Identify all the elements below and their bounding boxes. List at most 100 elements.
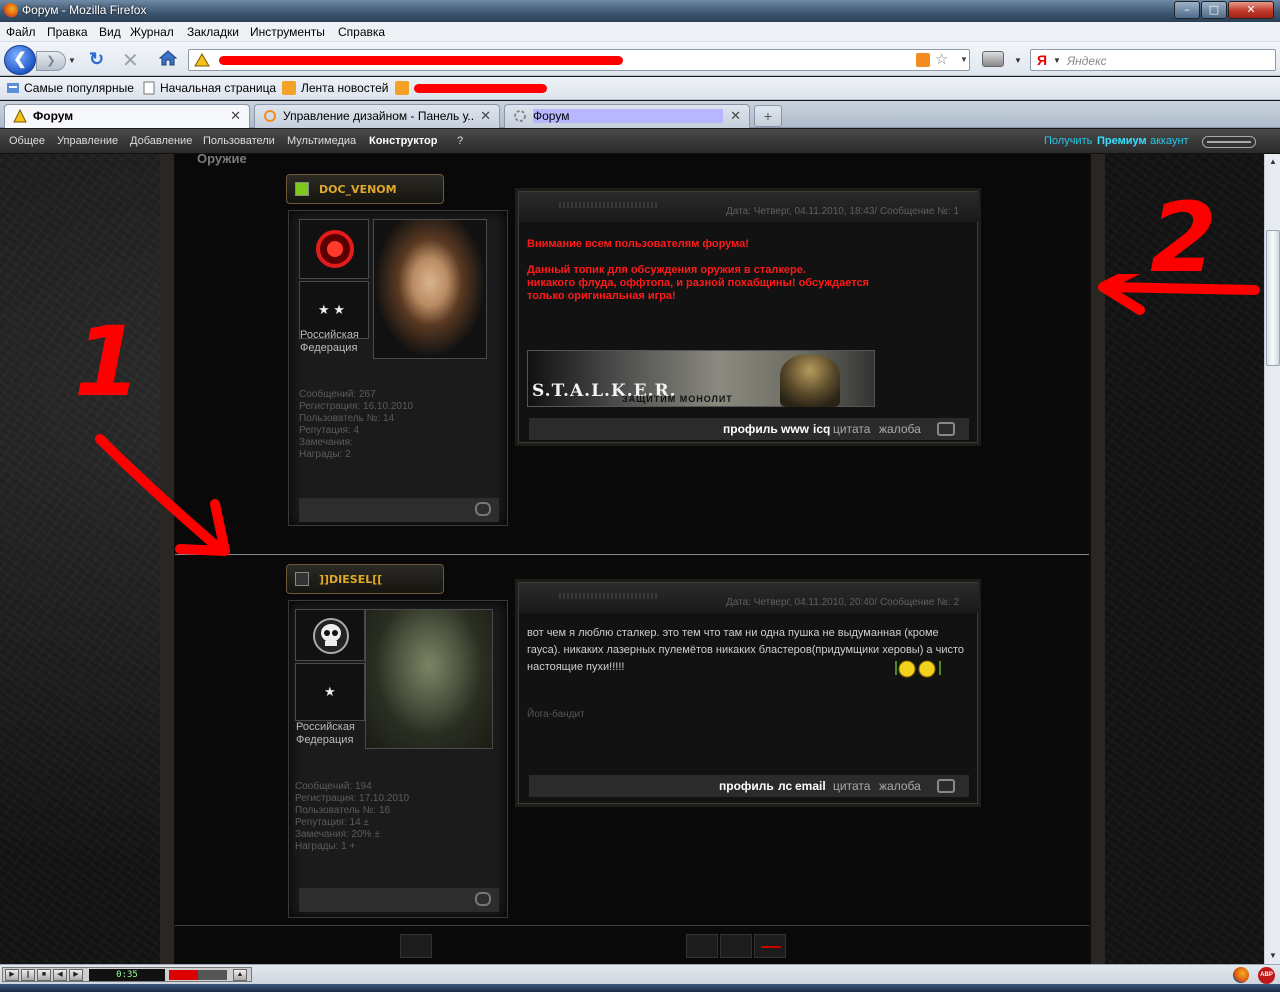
scroll-thumb[interactable] (1266, 230, 1280, 366)
admin-constructor[interactable]: Конструктор (369, 135, 437, 147)
next-icon[interactable]: ▶ (69, 969, 83, 981)
bottom-nav-button[interactable] (720, 934, 752, 958)
stop-icon[interactable]: ✕ (122, 48, 139, 73)
profile-link[interactable]: профиль (719, 779, 774, 793)
bottom-nav-button[interactable] (686, 934, 718, 958)
forum-section-title: Оружие (197, 154, 247, 166)
email-link[interactable]: email (795, 779, 826, 793)
pm-link[interactable]: лс (778, 779, 792, 793)
new-tab-button[interactable]: + (754, 105, 782, 127)
pause-icon[interactable]: ❙ (21, 969, 35, 981)
address-bar[interactable]: ☆ ▼ (188, 49, 970, 71)
premium-bold[interactable]: Премиум (1097, 135, 1147, 147)
bookmarks-toolbar: Самые популярные Начальная страница Лент… (0, 77, 1280, 100)
menu-view[interactable]: Вид (99, 25, 121, 39)
play-icon[interactable]: ▶ (5, 969, 19, 981)
forward-button[interactable]: ❯ (36, 51, 66, 71)
close-tab-icon[interactable]: ✕ (230, 108, 241, 124)
bookmark-star-icon[interactable]: ☆ (935, 50, 948, 68)
stalker-figure (780, 355, 840, 407)
offline-status-icon (295, 572, 309, 586)
user-info-panel: ★ ★ Российская Федерация Сообщений: 267 … (288, 210, 508, 526)
stop-media-icon[interactable]: ■ (37, 969, 51, 981)
tab-design-management[interactable]: Управление дизайном - Панель у... ✕ (254, 104, 500, 128)
firefox-status-icon[interactable] (1233, 967, 1249, 983)
admin-users[interactable]: Пользователи (203, 135, 275, 147)
bottom-nav-button[interactable] (400, 934, 432, 958)
close-tab-icon[interactable]: ✕ (730, 108, 741, 124)
close-window-button[interactable]: ✕ (1228, 1, 1274, 19)
admin-help[interactable]: ? (457, 135, 463, 147)
post-options-icon[interactable] (937, 422, 955, 436)
close-tab-icon[interactable]: ✕ (480, 108, 491, 124)
post-options-icon[interactable] (937, 779, 955, 793)
rss-feed-icon[interactable] (916, 53, 930, 67)
bottom-nav-button[interactable] (754, 934, 786, 958)
adblock-plus-icon[interactable]: ABP (1258, 967, 1275, 984)
user-avatar (365, 609, 493, 749)
admin-general[interactable]: Общее (9, 135, 45, 147)
menu-history[interactable]: Журнал (130, 25, 174, 39)
volume-slider[interactable] (169, 970, 227, 980)
firefox-icon (3, 3, 18, 18)
premium-suffix[interactable]: аккаунт (1150, 135, 1189, 147)
vertical-scrollbar[interactable]: ▲ ▼ (1264, 154, 1280, 964)
os-taskbar (0, 984, 1280, 992)
adminbar-toggle-slider[interactable] (1202, 136, 1256, 148)
user-nick[interactable]: DOC_VENOM (319, 183, 397, 196)
panel-footer-icon[interactable] (475, 892, 491, 906)
panel-footer (299, 888, 499, 912)
tab-forum-loading[interactable]: Форум ✕ (504, 104, 750, 128)
user-nick[interactable]: ]]DIESEL[[ (319, 573, 382, 586)
bookmark-popular[interactable]: Самые популярные (24, 81, 134, 95)
admin-management[interactable]: Управление (57, 135, 118, 147)
window-title: Форум - Mozilla Firefox (22, 3, 147, 17)
home-icon[interactable] (158, 48, 178, 68)
previous-icon[interactable]: ◀ (53, 969, 67, 981)
url-dropdown-icon[interactable]: ▼ (960, 55, 968, 64)
www-link[interactable]: www (781, 422, 809, 436)
menu-file[interactable]: Файл (6, 25, 36, 39)
quote-link[interactable]: цитата (833, 779, 870, 793)
forum-page: Оружие DOC_VENOM ★ ★ Российская Федераци… (0, 154, 1264, 964)
user-nick-bar: ]]DIESEL[[ (286, 564, 444, 594)
scroll-down-icon[interactable]: ▼ (1265, 948, 1280, 964)
report-link[interactable]: жалоба (879, 422, 921, 436)
history-dropdown-icon[interactable]: ▼ (68, 56, 76, 65)
back-button[interactable]: ❮ (4, 45, 36, 75)
menu-bookmarks[interactable]: Закладки (187, 25, 239, 39)
maximize-button[interactable]: □ (1201, 1, 1227, 19)
post-date: Дата: Четверг, 04.11.2010, 18:43/ Сообще… (726, 206, 959, 217)
scroll-up-icon[interactable]: ▲ (1265, 154, 1280, 170)
admin-multimedia[interactable]: Мультимедиа (287, 135, 356, 147)
screenshot-camera-icon[interactable] (982, 51, 1004, 67)
firefox-window: Форум - Mozilla Firefox – □ ✕ Файл Правк… (0, 0, 1280, 992)
eject-icon[interactable]: ▲ (233, 969, 247, 981)
menu-edit[interactable]: Правка (47, 25, 88, 39)
rss-icon (282, 81, 296, 95)
user-stats: Сообщений: 267 Регистрация: 16.10.2010 П… (299, 389, 413, 461)
search-box[interactable]: Я ▼ Яндекс (1030, 49, 1276, 71)
menu-help[interactable]: Справка (338, 25, 385, 39)
annotation-number-1: 1 (74, 306, 141, 418)
bookmark-news-feed[interactable]: Лента новостей (301, 81, 389, 95)
search-engine-dropdown-icon[interactable]: ▼ (1053, 56, 1061, 65)
post-divider (175, 925, 1089, 926)
tab-forum[interactable]: Форум ✕ (4, 104, 250, 128)
minimize-button[interactable]: – (1174, 1, 1200, 19)
admin-add[interactable]: Добавление (130, 135, 192, 147)
yandex-logo[interactable]: Я (1037, 52, 1047, 68)
camera-dropdown-icon[interactable]: ▼ (1014, 56, 1022, 65)
panel-footer-icon[interactable] (475, 502, 491, 516)
bookmark-start-page[interactable]: Начальная страница (160, 81, 276, 95)
user-country: Российская Федерация (300, 329, 359, 354)
smiley-emoticon-icon (895, 660, 941, 678)
navigation-toolbar: ❮ ❯ ▼ ↻ ✕ ☆ ▼ ▼ Я ▼ Яндекс (0, 42, 1280, 76)
reload-icon[interactable]: ↻ (89, 49, 104, 70)
profile-link[interactable]: профиль (723, 422, 778, 436)
quote-link[interactable]: цитата (833, 422, 870, 436)
menu-tools[interactable]: Инструменты (250, 25, 325, 39)
icq-link[interactable]: icq (813, 422, 830, 436)
premium-prefix[interactable]: Получить (1044, 135, 1092, 147)
report-link[interactable]: жалоба (879, 779, 921, 793)
